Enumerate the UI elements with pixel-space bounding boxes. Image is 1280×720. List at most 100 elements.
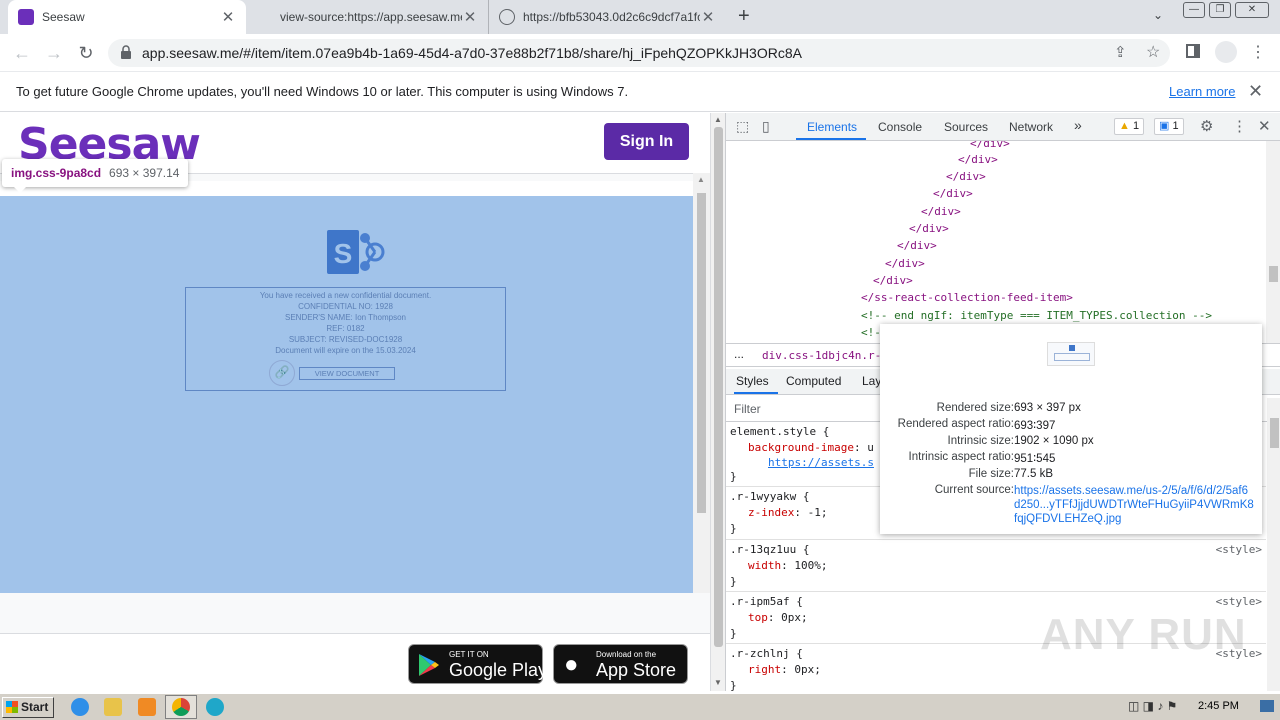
document-notice-box: You have received a new confidential doc…: [185, 287, 506, 391]
messages-badge[interactable]: ▣ 1: [1154, 118, 1184, 135]
popover-row: Rendered aspect ratio: 693∶397: [880, 418, 1262, 434]
scrollbar-thumb[interactable]: [1270, 418, 1279, 448]
dom-tree[interactable]: </div> </div> </div> </div> </div> </div…: [726, 141, 1280, 343]
rendered-ratio-value: 693∶397: [1014, 420, 1056, 432]
scrollbar-thumb[interactable]: [714, 127, 723, 647]
filter-input[interactable]: Filter: [734, 402, 761, 416]
rule-value[interactable]: -1;: [808, 506, 828, 519]
forward-arrow-icon[interactable]: →: [42, 41, 66, 65]
scrollbar-thumb[interactable]: [697, 193, 706, 513]
tab-layout[interactable]: Lay: [862, 374, 881, 388]
minimize-button[interactable]: —: [1183, 2, 1205, 18]
popover-row: Current source: https://assets.seesaw.me…: [880, 484, 1262, 525]
inner-scrollbar[interactable]: ▲: [693, 173, 710, 593]
learn-more-link[interactable]: Learn more: [1169, 84, 1235, 99]
tab-elements[interactable]: Elements: [807, 120, 857, 134]
google-play-button[interactable]: GET IT ON Google Play: [408, 644, 547, 684]
rule-value[interactable]: 100%;: [794, 559, 827, 572]
tab-seesaw[interactable]: Seesaw ✕: [8, 0, 246, 34]
view-document-button[interactable]: VIEW DOCUMENT: [299, 367, 395, 380]
gear-icon[interactable]: ⚙: [1200, 117, 1213, 135]
current-source-link[interactable]: https://assets.seesaw.me/us-2/5/a/f/6/d/…: [1014, 484, 1254, 526]
close-icon[interactable]: ✕: [700, 8, 716, 26]
dom-node[interactable]: </div>: [958, 153, 998, 166]
rule-value[interactable]: 0px;: [781, 611, 808, 624]
media-player-icon[interactable]: [138, 698, 156, 716]
close-icon[interactable]: ✕: [1248, 81, 1263, 102]
tab-bfb53043[interactable]: https://bfb53043.0d2c6c9dcf7a1fc ✕: [488, 0, 726, 34]
chrome-taskbar-button[interactable]: [165, 695, 197, 719]
rule-source[interactable]: <style>: [1216, 595, 1262, 608]
tray-icons[interactable]: ◫ ◨ ♪ ⚑: [1128, 699, 1177, 713]
profile-avatar-icon[interactable]: [1215, 41, 1237, 63]
back-arrow-icon[interactable]: ←: [10, 41, 34, 65]
dom-node[interactable]: </div>: [897, 239, 937, 252]
dom-node[interactable]: </div>: [946, 170, 986, 183]
dom-node[interactable]: </div>: [909, 222, 949, 235]
share-icon[interactable]: ⇪: [1114, 43, 1127, 61]
dom-node[interactable]: </ss-react-collection-feed-item>: [861, 291, 1073, 304]
tab-sources[interactable]: Sources: [944, 120, 988, 134]
start-button[interactable]: Start: [2, 697, 54, 718]
breadcrumb-ellipsis[interactable]: ...: [734, 347, 744, 361]
inspected-image[interactable]: S You have received a new confidential d…: [0, 196, 693, 593]
sign-in-button[interactable]: Sign In: [604, 123, 689, 160]
inspect-element-icon[interactable]: ⬚: [736, 118, 749, 135]
edge-icon[interactable]: [206, 698, 224, 716]
scroll-up-icon[interactable]: ▲: [697, 175, 705, 184]
device-toolbar-icon[interactable]: ▯: [762, 118, 770, 135]
tab-console[interactable]: Console: [878, 120, 922, 134]
rule-value[interactable]: 0px;: [794, 663, 821, 676]
rule-property[interactable]: background-image: [748, 441, 854, 454]
restore-button[interactable]: ❐: [1209, 2, 1231, 18]
address-bar[interactable]: app.seesaw.me/#/item/item.07ea9b4b-1a69-…: [108, 39, 1170, 67]
scroll-down-icon[interactable]: ▼: [714, 678, 722, 687]
menu-kebab-icon[interactable]: ⋮: [1250, 42, 1266, 62]
seesaw-favicon-icon: [18, 9, 34, 25]
dom-node[interactable]: </div>: [873, 274, 913, 287]
tab-search-chevron-icon[interactable]: ⌄: [1153, 8, 1163, 22]
app-store-button[interactable]: ● Download on the App Store: [553, 644, 688, 684]
style-rule[interactable]: .r-13qz1uu { <style> width: 100%; }: [726, 541, 1266, 592]
dom-scrollbar[interactable]: [1266, 141, 1280, 343]
rule-value[interactable]: u: [867, 441, 874, 454]
styles-scrollbar[interactable]: [1267, 398, 1280, 691]
page-scrollbar[interactable]: ▲ ▼: [710, 113, 725, 691]
warnings-badge[interactable]: ▲ 1: [1114, 118, 1145, 135]
dom-node[interactable]: </div>: [921, 205, 961, 218]
devtools-menu-icon[interactable]: ⋮: [1232, 117, 1247, 135]
close-icon[interactable]: ✕: [462, 8, 478, 26]
intrinsic-ratio-label: Intrinsic aspect ratio:: [908, 451, 1014, 463]
reload-icon[interactable]: ↻: [74, 41, 98, 65]
tab-network[interactable]: Network: [1009, 120, 1053, 134]
scroll-up-icon[interactable]: ▲: [714, 115, 722, 124]
new-tab-button[interactable]: +: [738, 5, 750, 28]
more-tabs-icon[interactable]: »: [1074, 117, 1082, 133]
dom-node[interactable]: </div>: [885, 257, 925, 270]
rule-url[interactable]: https://assets.s: [768, 456, 874, 469]
close-icon[interactable]: ✕: [220, 8, 236, 26]
dom-node[interactable]: </div>: [933, 187, 973, 200]
clock[interactable]: 2:45 PM: [1198, 700, 1239, 712]
dom-node[interactable]: </div>: [970, 141, 1010, 150]
tab-title: Seesaw: [42, 10, 85, 24]
rule-property[interactable]: top: [748, 611, 768, 624]
bookmark-star-icon[interactable]: ☆: [1146, 42, 1160, 62]
close-icon[interactable]: ✕: [1258, 117, 1271, 135]
tab-view-source[interactable]: view-source:https://app.seesaw.me ✕: [270, 0, 488, 34]
rule-source[interactable]: <style>: [1216, 543, 1262, 556]
tab-styles[interactable]: Styles: [736, 374, 769, 388]
dom-comment[interactable]: <!-- end ngIf: itemType === ITEM_TYPES.c…: [861, 309, 1212, 322]
window-close-button[interactable]: ✕: [1235, 2, 1269, 18]
rule-property[interactable]: width: [748, 559, 781, 572]
tab-computed[interactable]: Computed: [786, 374, 841, 388]
folder-icon[interactable]: [104, 698, 122, 716]
file-size-label: File size:: [968, 468, 1014, 480]
internet-explorer-icon[interactable]: [71, 698, 89, 716]
side-panel-icon[interactable]: [1186, 44, 1200, 58]
show-desktop-icon[interactable]: [1260, 700, 1274, 712]
rendered-size-label: Rendered size:: [936, 402, 1014, 414]
rule-property[interactable]: z-index: [748, 506, 794, 519]
scrollbar-thumb[interactable]: [1269, 266, 1278, 282]
rule-property[interactable]: right: [748, 663, 781, 676]
